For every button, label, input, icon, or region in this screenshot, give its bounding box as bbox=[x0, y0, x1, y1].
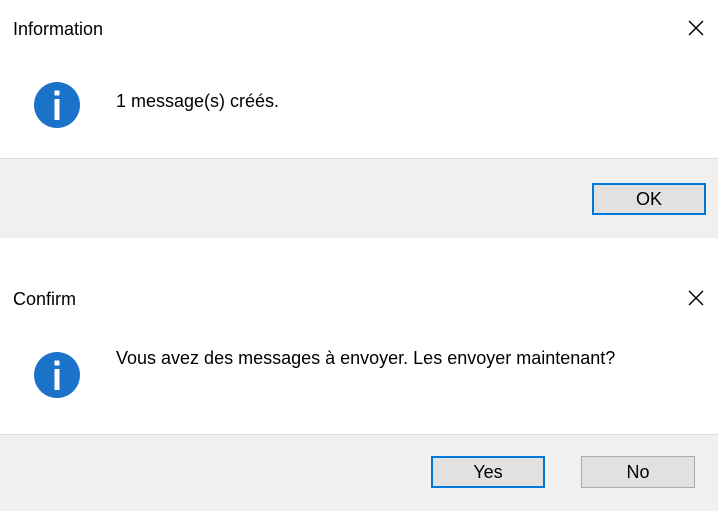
dialog-footer: Yes No bbox=[0, 434, 718, 511]
info-icon bbox=[33, 81, 81, 129]
dialog-footer: OK bbox=[0, 158, 718, 238]
ok-button[interactable]: OK bbox=[592, 183, 706, 215]
dialog-content: Vous avez des messages à envoyer. Les en… bbox=[0, 332, 718, 428]
dialog-titlebar: Information bbox=[0, 0, 718, 62]
yes-button[interactable]: Yes bbox=[431, 456, 545, 488]
dialog-message: Vous avez des messages à envoyer. Les en… bbox=[116, 348, 616, 368]
dialog-title: Information bbox=[13, 19, 104, 39]
no-button[interactable]: No bbox=[581, 456, 695, 488]
close-icon bbox=[688, 290, 704, 306]
information-dialog: Information 1 message(s) créés. OK bbox=[0, 0, 718, 238]
dialog-titlebar: Confirm bbox=[0, 270, 718, 332]
close-icon bbox=[688, 20, 704, 36]
info-icon bbox=[33, 351, 81, 399]
dialog-title: Confirm bbox=[13, 289, 77, 309]
confirm-dialog: Confirm Vous avez des messages à envoyer… bbox=[0, 270, 718, 511]
close-button[interactable] bbox=[680, 282, 712, 314]
close-button[interactable] bbox=[680, 12, 712, 44]
dialog-message: 1 message(s) créés. bbox=[116, 91, 280, 111]
dialog-content: 1 message(s) créés. bbox=[0, 62, 718, 158]
